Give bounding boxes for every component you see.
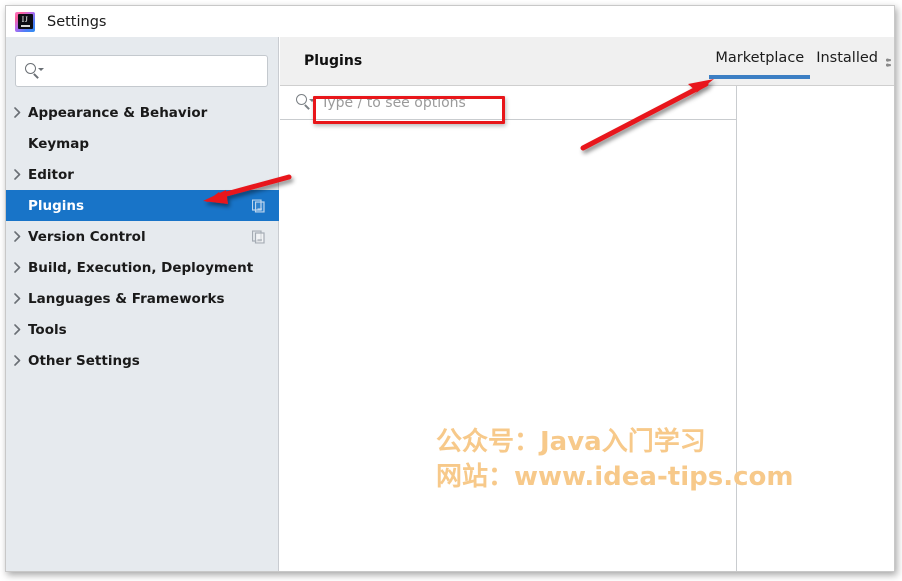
sidebar-item-label: Other Settings: [28, 352, 140, 369]
screenshot-root: IJ Settings Appearance & Behavior Keymap E…: [0, 0, 902, 581]
sidebar-item-version-control[interactable]: Version Control: [6, 221, 279, 252]
chevron-right-icon[interactable]: [6, 355, 28, 366]
plugin-list-area: [280, 120, 736, 571]
chevron-right-icon[interactable]: [6, 293, 28, 304]
sidebar-search-input[interactable]: [47, 63, 267, 79]
tab-marketplace[interactable]: Marketplace: [709, 50, 811, 79]
sidebar-item-appearance-behavior[interactable]: Appearance & Behavior: [6, 97, 279, 128]
sidebar-item-label: Languages & Frameworks: [28, 290, 225, 307]
tab-installed[interactable]: Installed: [810, 50, 884, 79]
sidebar-search-box[interactable]: [15, 55, 268, 87]
sidebar-item-plugins[interactable]: Plugins: [6, 190, 279, 221]
search-icon: [25, 63, 44, 79]
chevron-right-icon[interactable]: [6, 324, 28, 335]
sidebar-item-keymap[interactable]: Keymap: [6, 128, 279, 159]
intellij-idea-icon: IJ: [15, 11, 35, 32]
annotation-highlight-box: [313, 96, 505, 124]
page-title: Plugins: [304, 53, 363, 69]
gear-icon[interactable]: [886, 57, 894, 71]
window-title: Settings: [47, 13, 107, 30]
spinner-blade: [480, 571, 485, 572]
chevron-right-icon[interactable]: [6, 231, 28, 242]
copy-icon[interactable]: [251, 198, 265, 213]
chevron-right-icon[interactable]: [6, 169, 28, 180]
settings-tree: Appearance & Behavior Keymap Editor Plugins…: [6, 97, 279, 376]
chevron-right-icon[interactable]: [6, 262, 28, 273]
search-icon: [296, 94, 315, 111]
sidebar-item-label: Version Control: [28, 228, 146, 245]
plugins-tabs: Marketplace Installed: [709, 50, 884, 79]
sidebar-item-label: Editor: [28, 166, 74, 183]
window-titlebar: IJ Settings: [6, 6, 894, 37]
plugins-header: Plugins Marketplace Installed: [280, 37, 894, 86]
sidebar-item-editor[interactable]: Editor: [6, 159, 279, 190]
chevron-right-icon[interactable]: [6, 107, 28, 118]
sidebar-item-tools[interactable]: Tools: [6, 314, 279, 345]
settings-window: IJ Settings Appearance & Behavior Keymap E…: [5, 5, 895, 572]
copy-icon[interactable]: [251, 229, 265, 244]
plugin-detail-area: [737, 86, 894, 571]
sidebar-item-label: Tools: [28, 321, 67, 338]
sidebar-item-languages-frameworks[interactable]: Languages & Frameworks: [6, 283, 279, 314]
sidebar-item-label: Appearance & Behavior: [28, 104, 208, 121]
settings-sidebar: Appearance & Behavior Keymap Editor Plugins…: [6, 37, 279, 571]
sidebar-item-label: Plugins: [28, 197, 85, 214]
sidebar-item-build-execution-deployment[interactable]: Build, Execution, Deployment: [6, 252, 279, 283]
spinner-icon: [463, 569, 501, 572]
sidebar-item-other-settings[interactable]: Other Settings: [6, 345, 279, 376]
sidebar-item-label: Build, Execution, Deployment: [28, 259, 254, 276]
sidebar-item-label: Keymap: [28, 135, 90, 152]
